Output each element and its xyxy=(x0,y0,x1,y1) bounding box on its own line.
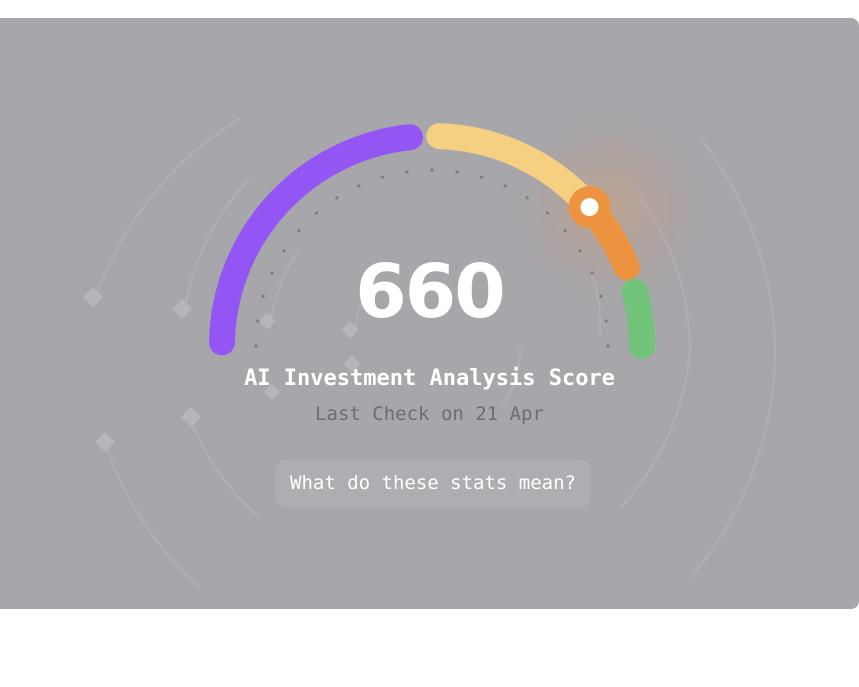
gauge-tick-dot xyxy=(380,175,384,179)
gauge-indicator-dot xyxy=(580,198,599,217)
score-value: 660 xyxy=(355,249,505,335)
gauge-tick-dot xyxy=(563,229,567,233)
gauge-tick-dot xyxy=(525,196,529,200)
score-title: AI Investment Analysis Score xyxy=(244,366,615,391)
gauge-tick-dot xyxy=(254,344,258,348)
gauge-segment-yellow xyxy=(426,123,591,208)
gauge-tick-dot xyxy=(315,211,319,215)
gauge-tick-dot xyxy=(503,184,507,188)
gauge-tick-dot xyxy=(282,249,286,253)
gauge-tick-dot xyxy=(606,344,610,348)
gauge-tick-dot xyxy=(545,211,549,215)
last-check-text: Last Check on 21 Apr xyxy=(315,403,544,425)
gauge-tick-dot xyxy=(357,184,361,188)
stats-help-button[interactable]: What do these stats mean? xyxy=(275,460,591,507)
gauge-tick-dot xyxy=(297,229,301,233)
gauge-tick-dot xyxy=(480,175,484,179)
score-card: 660 AI Investment Analysis Score Last Ch… xyxy=(0,18,859,609)
gauge-tick-dot xyxy=(430,168,434,172)
gauge-tick-dot xyxy=(335,196,339,200)
gauge-tick-dot xyxy=(578,249,582,253)
gauge-tick-dot xyxy=(405,170,409,174)
gauge-tick-dot xyxy=(455,170,459,174)
